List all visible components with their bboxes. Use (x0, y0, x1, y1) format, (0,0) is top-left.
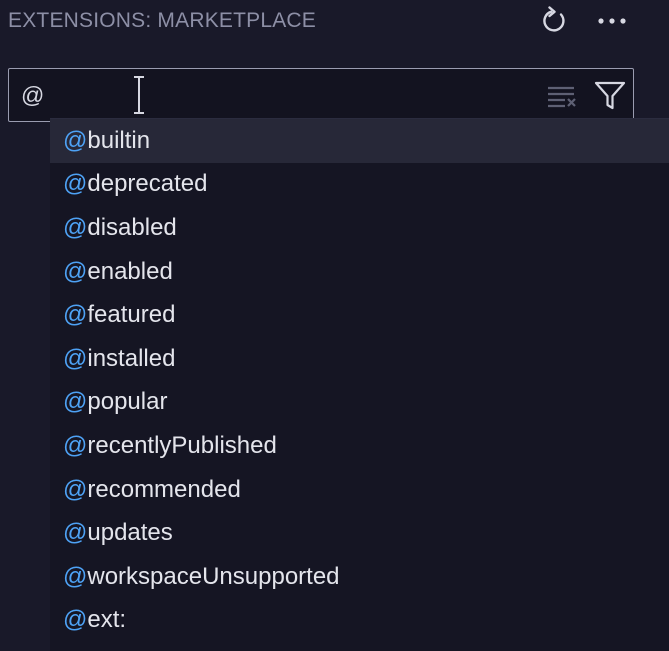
filter-button[interactable] (593, 78, 627, 112)
suggestion-label: builtin (87, 126, 151, 154)
suggestion-label: workspaceUnsupported (87, 562, 340, 590)
suggestion-prefix: @ (63, 257, 88, 285)
suggestion-prefix: @ (63, 344, 88, 372)
suggestion-item[interactable]: @ deprecated (50, 163, 669, 207)
suggestion-item[interactable]: @ installed (50, 337, 669, 381)
suggestion-label: enabled (87, 257, 173, 285)
suggestion-prefix: @ (63, 519, 88, 547)
extension-search-box[interactable] (8, 68, 634, 122)
refresh-button[interactable] (537, 4, 571, 38)
suggestion-prefix: @ (63, 562, 88, 590)
suggestion-item[interactable]: @ ext: (50, 599, 669, 643)
suggestion-label: updates (87, 519, 173, 547)
clear-filter-icon (548, 86, 576, 108)
suggestion-label: disabled (87, 213, 177, 241)
filter-icon (594, 81, 626, 110)
suggestion-prefix: @ (63, 388, 88, 416)
suggestion-item[interactable]: @ builtin (50, 119, 669, 163)
panel-title: EXTENSIONS: MARKETPLACE (8, 9, 317, 32)
suggestion-item[interactable]: @ workspaceUnsupported (50, 555, 669, 599)
suggestion-label: recentlyPublished (87, 431, 277, 459)
suggestion-prefix: @ (63, 170, 88, 198)
suggestion-label: deprecated (87, 170, 208, 198)
clear-search-button[interactable] (545, 80, 579, 110)
suggestion-label: ext: (87, 606, 127, 634)
suggestion-label: popular (87, 388, 168, 416)
more-actions-button[interactable] (595, 4, 629, 38)
suggestion-prefix: @ (63, 431, 88, 459)
suggestion-item[interactable]: @ recommended (50, 468, 669, 512)
suggestion-item[interactable]: @ recentlyPublished (50, 424, 669, 468)
more-actions-icon (598, 18, 626, 24)
suggestion-item[interactable]: @ popular (50, 381, 669, 425)
suggestion-item[interactable]: @ disabled (50, 206, 669, 250)
suggestion-label: recommended (87, 475, 241, 503)
refresh-icon (543, 6, 565, 32)
suggestion-prefix: @ (63, 475, 88, 503)
suggestion-label: featured (87, 301, 176, 329)
suggestion-item[interactable]: @ featured (50, 293, 669, 337)
suggestion-prefix: @ (63, 606, 88, 634)
search-input[interactable] (21, 79, 461, 111)
text-cursor-icon (134, 76, 144, 114)
suggestion-label: installed (87, 344, 176, 372)
suggestion-prefix: @ (63, 126, 88, 154)
suggestion-item[interactable]: @ updates (50, 511, 669, 555)
extensions-panel: EXTENSIONS: MARKETPLACE @ @ builtin @ de… (0, 0, 669, 651)
suggestion-prefix: @ (63, 213, 88, 241)
suggestion-item[interactable]: @ enabled (50, 250, 669, 294)
suggestion-prefix: @ (63, 301, 88, 329)
suggestion-list: @ builtin @ deprecated @ disabled @ enabled @ fea… (50, 118, 669, 651)
panel-header: EXTENSIONS: MARKETPLACE (0, 0, 669, 42)
